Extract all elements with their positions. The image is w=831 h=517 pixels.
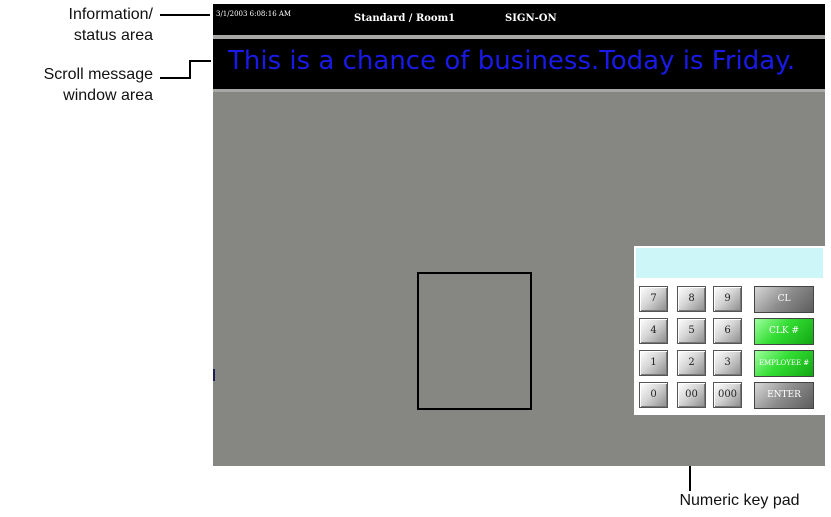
information-label-line1: Information/ [68,6,153,23]
keypad-display [636,248,823,278]
clear-button[interactable]: CL [754,286,814,313]
key-1[interactable]: 1 [639,350,668,376]
scroll-message-text: This is a chance of business.Today is Fr… [228,46,796,76]
status-mode: Standard / Room1 [354,13,456,24]
scroll-message-area-label: Scroll message window area [8,64,153,106]
key-9[interactable]: 9 [713,286,742,312]
key-00[interactable]: 00 [677,382,706,408]
information-status-area-label: Information/ status area [20,4,153,46]
scroll-message-window: This is a chance of business.Today is Fr… [213,39,825,89]
employee-number-button[interactable]: EMPLOYEE # [754,350,814,377]
key-000[interactable]: 000 [713,382,742,408]
status-datetime: 3/1/2003 6:08:16 AM [216,10,292,18]
scroll-leader-vertical [189,60,191,79]
information-leader-line [160,14,210,16]
status-bar: 3/1/2003 6:08:16 AM Standard / Room1 SIG… [213,4,825,35]
scroll-label-line2: window area [63,87,153,104]
key-3[interactable]: 3 [713,350,742,376]
scroll-leader-horizontal [160,77,190,79]
key-6[interactable]: 6 [713,318,742,344]
scroll-label-line1: Scroll message [43,66,153,83]
enter-button[interactable]: ENTER [754,382,814,409]
numeric-keypad-label: Numeric key pad [679,492,800,509]
scroll-leader-top [189,60,211,62]
key-7[interactable]: 7 [639,286,668,312]
scroll-divider [213,89,825,92]
keypad-panel: 7 8 9 4 5 6 1 2 3 0 00 000 CL CLK # EMPL… [634,246,825,415]
left-edge-mark [213,369,215,381]
key-5[interactable]: 5 [677,318,706,344]
status-state: SIGN-ON [505,13,557,24]
information-label-line2: status area [73,27,153,44]
key-4[interactable]: 4 [639,318,668,344]
key-2[interactable]: 2 [677,350,706,376]
key-0[interactable]: 0 [639,382,668,408]
numeric-keypad-outline [417,272,532,410]
clock-number-button[interactable]: CLK # [754,318,814,345]
key-8[interactable]: 8 [677,286,706,312]
